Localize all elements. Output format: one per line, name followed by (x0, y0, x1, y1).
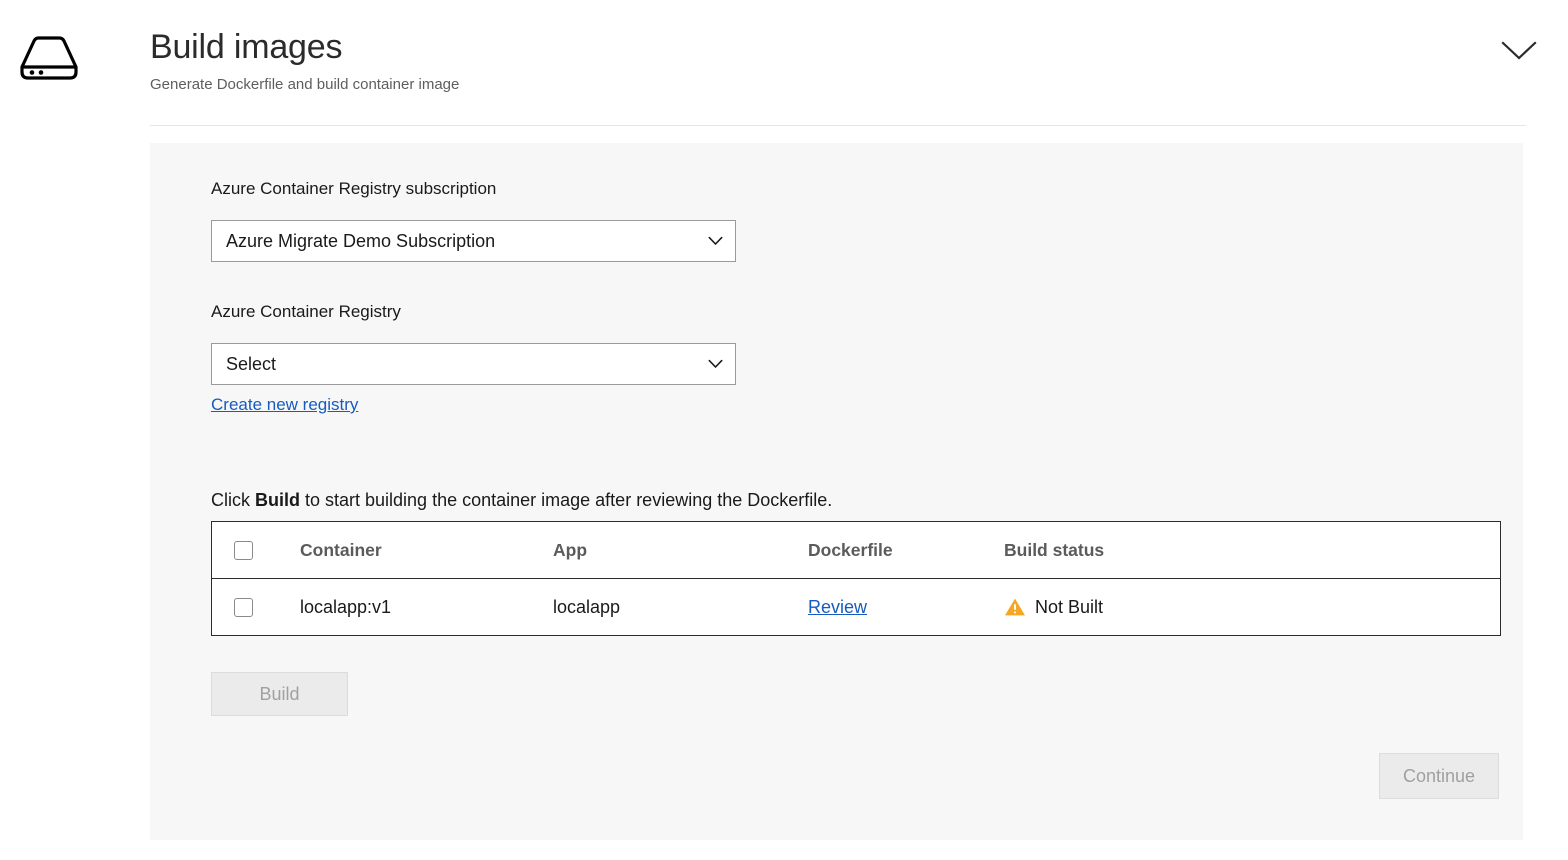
table-row: localapp:v1 localapp Review Not Built (212, 579, 1500, 635)
column-header-container: Container (300, 522, 540, 578)
registry-label: Azure Container Registry (211, 301, 401, 323)
table-header-row: Container App Dockerfile Build status (212, 522, 1500, 579)
build-instruction-emphasis: Build (255, 490, 300, 510)
server-disk-icon (18, 34, 80, 82)
create-new-registry-link[interactable]: Create new registry (211, 394, 358, 416)
subscription-label: Azure Container Registry subscription (211, 178, 496, 200)
build-button[interactable]: Build (211, 672, 348, 716)
page-subtitle: Generate Dockerfile and build container … (150, 75, 459, 95)
select-all-cell (234, 522, 274, 578)
chevron-down-icon (708, 344, 723, 384)
cell-dockerfile: Review (808, 579, 988, 635)
warning-triangle-icon (1004, 597, 1026, 617)
registry-select[interactable]: Select (211, 343, 736, 385)
cell-build-status: Not Built (1004, 579, 1304, 635)
page-title: Build images (150, 26, 342, 68)
subscription-select[interactable]: Azure Migrate Demo Subscription (211, 220, 736, 262)
build-instruction-prefix: Click (211, 490, 255, 510)
row-select-checkbox[interactable] (234, 598, 253, 617)
collapse-section-button[interactable] (1496, 32, 1542, 70)
build-instruction-suffix: to start building the container image af… (300, 490, 832, 510)
continue-button[interactable]: Continue (1379, 753, 1499, 799)
containers-table: Container App Dockerfile Build status lo… (211, 521, 1501, 636)
review-dockerfile-link[interactable]: Review (808, 597, 867, 618)
build-status-text: Not Built (1035, 597, 1103, 618)
header-divider (150, 125, 1526, 126)
build-instruction: Click Build to start building the contai… (211, 488, 832, 512)
column-header-build-status: Build status (1004, 522, 1304, 578)
cell-app: localapp (553, 579, 793, 635)
column-header-dockerfile: Dockerfile (808, 522, 988, 578)
cell-container: localapp:v1 (300, 579, 540, 635)
select-all-checkbox[interactable] (234, 541, 253, 560)
chevron-down-icon (708, 221, 723, 261)
subscription-select-value: Azure Migrate Demo Subscription (226, 221, 495, 261)
column-header-app: App (553, 522, 793, 578)
page-header: Build images Generate Dockerfile and bui… (0, 0, 1568, 126)
chevron-down-icon (1501, 40, 1537, 62)
row-select-cell (234, 579, 274, 635)
registry-select-value: Select (226, 344, 276, 384)
build-images-page: Build images Generate Dockerfile and bui… (0, 0, 1568, 860)
